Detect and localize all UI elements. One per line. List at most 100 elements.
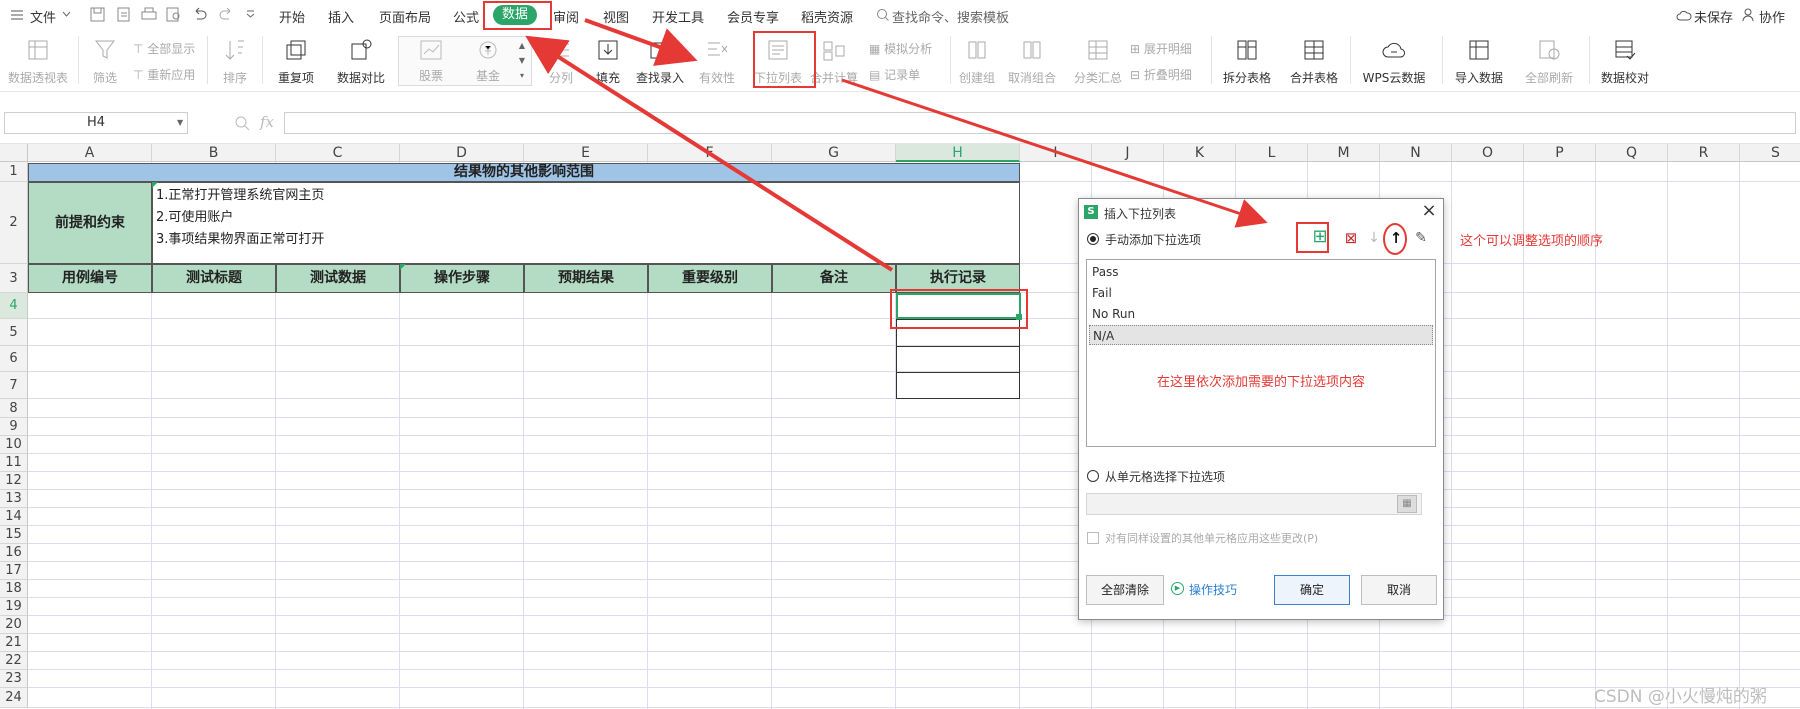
tab-insert[interactable]: 插入 <box>328 7 354 26</box>
import-data-button[interactable]: 导入数据 <box>1447 38 1511 86</box>
row-header-23[interactable]: 23 <box>0 670 28 688</box>
manual-option-radio[interactable] <box>1087 233 1099 245</box>
subtotal-button[interactable]: 分类汇总 <box>1070 38 1126 86</box>
cell-option-radio[interactable] <box>1087 470 1099 482</box>
row-header-11[interactable]: 11 <box>0 454 28 472</box>
tab-resources[interactable]: 稻壳资源 <box>801 7 853 26</box>
export-icon[interactable] <box>116 7 131 22</box>
delete-item-icon[interactable]: ⊠ <box>1342 229 1360 247</box>
row-header-9[interactable]: 9 <box>0 418 28 436</box>
duplicates-button[interactable]: 重复项 <box>268 38 324 86</box>
spreadsheet-grid[interactable]: ABCDEFGHIJKLMNOPQRS 1 2 3 4 5 6 7 8 9 10 11 12 13 14 1… <box>0 144 1800 709</box>
move-down-icon[interactable]: ↓ <box>1367 229 1381 247</box>
undo-icon[interactable] <box>192 7 208 21</box>
show-all-button[interactable]: ⊤ 全部显示 <box>133 40 195 57</box>
merge-table-button[interactable]: 合并表格 <box>1283 38 1345 86</box>
row-header-10[interactable]: 10 <box>0 436 28 454</box>
select-all-corner[interactable] <box>0 144 28 162</box>
apply-checkbox-label[interactable]: 对有同样设置的其他单元格应用这些更改(P) <box>1105 530 1318 546</box>
column-header-s[interactable]: S <box>1740 144 1800 162</box>
row-header-21[interactable]: 21 <box>0 634 28 652</box>
fill-button[interactable]: 填充 <box>588 38 628 86</box>
command-search[interactable]: 查找命令、搜索模板 <box>892 7 1009 26</box>
tips-icon[interactable]: ▶ <box>1171 582 1184 595</box>
column-header-q[interactable]: Q <box>1596 144 1668 162</box>
name-box-dropdown-icon[interactable]: ▼ <box>177 118 183 127</box>
range-picker-icon[interactable]: ▦ <box>1397 495 1417 513</box>
row-header-19[interactable]: 19 <box>0 598 28 616</box>
header-cell[interactable]: 用例编号 <box>28 264 152 293</box>
split-table-button[interactable]: 拆分表格 <box>1216 38 1278 86</box>
reapply-button[interactable]: ⊤ 重新应用 <box>133 66 195 83</box>
collaborate-button[interactable]: 协作 <box>1759 7 1785 26</box>
column-header-n[interactable]: N <box>1380 144 1452 162</box>
row-header-16[interactable]: 16 <box>0 544 28 562</box>
search-icon[interactable] <box>876 8 890 22</box>
clear-all-button[interactable]: 全部清除 <box>1086 575 1164 605</box>
column-header-i[interactable]: I <box>1020 144 1092 162</box>
column-header-k[interactable]: K <box>1164 144 1236 162</box>
column-header-b[interactable]: B <box>152 144 276 162</box>
name-box[interactable]: H4 <box>4 112 188 134</box>
tab-review[interactable]: 审阅 <box>553 7 579 26</box>
ok-button[interactable]: 确定 <box>1274 575 1350 605</box>
file-menu[interactable]: 文件 <box>30 7 56 26</box>
row-header-7[interactable]: 7 <box>0 372 28 399</box>
fx-icon[interactable]: fx <box>260 113 274 131</box>
row-header-24[interactable]: 24 <box>0 688 28 708</box>
fund-button[interactable]: 基金 <box>462 40 514 84</box>
simulate-analysis-button[interactable]: ▦ 模拟分析 <box>869 40 932 57</box>
sort-button[interactable]: 排序 <box>215 38 255 86</box>
row-header-5[interactable]: 5 <box>0 319 28 346</box>
row-header-6[interactable]: 6 <box>0 346 28 372</box>
edit-item-icon[interactable]: ✎ <box>1413 229 1429 247</box>
data-compare-button[interactable]: 数据对比 <box>330 38 392 86</box>
filter-button[interactable]: 筛选 <box>84 38 126 86</box>
header-cell[interactable]: 重要级别 <box>648 264 772 293</box>
list-item-selected[interactable]: N/A <box>1089 325 1433 345</box>
row-header-14[interactable]: 14 <box>0 508 28 526</box>
row-header-20[interactable]: 20 <box>0 616 28 634</box>
menu-lines-icon[interactable] <box>10 9 24 21</box>
zoom-search-icon[interactable] <box>234 115 250 131</box>
row-header-3[interactable]: 3 <box>0 264 28 293</box>
lookup-entry-button[interactable]: 查找录入 <box>634 38 686 86</box>
tab-page-layout[interactable]: 页面布局 <box>379 7 431 26</box>
list-item[interactable]: No Run <box>1089 304 1433 324</box>
column-header-p[interactable]: P <box>1524 144 1596 162</box>
wps-cloud-data-button[interactable]: WPS云数据 <box>1355 38 1433 86</box>
list-item[interactable]: Pass <box>1089 262 1433 282</box>
row-header-8[interactable]: 8 <box>0 399 28 418</box>
unsaved-status[interactable]: 未保存 <box>1694 7 1733 26</box>
print-preview-icon[interactable] <box>166 7 182 22</box>
dialog-close-button[interactable]: × <box>1419 201 1439 221</box>
column-header-m[interactable]: M <box>1308 144 1380 162</box>
options-listbox[interactable]: Pass Fail No Run N/A 在这里依次添加需要的下拉选项内容 <box>1086 259 1436 447</box>
split-column-button[interactable]: 分列 <box>543 38 579 86</box>
list-item[interactable]: Fail <box>1089 283 1433 303</box>
validity-button[interactable]: 有效性 <box>692 38 742 86</box>
header-cell[interactable]: 测试数据 <box>276 264 400 293</box>
cancel-button[interactable]: 取消 <box>1361 575 1437 605</box>
header-cell[interactable]: 备注 <box>772 264 896 293</box>
cell-range-input[interactable] <box>1086 493 1422 515</box>
row-header-18[interactable]: 18 <box>0 580 28 598</box>
tab-developer[interactable]: 开发工具 <box>652 7 704 26</box>
apply-checkbox[interactable] <box>1087 532 1099 544</box>
tips-link[interactable]: 操作技巧 <box>1189 581 1237 598</box>
header-cell[interactable]: 测试标题 <box>152 264 276 293</box>
formula-input[interactable] <box>284 112 1796 134</box>
column-header-g[interactable]: G <box>772 144 896 162</box>
column-header-h[interactable]: H <box>896 144 1020 162</box>
column-header-j[interactable]: J <box>1092 144 1164 162</box>
row-header-4[interactable]: 4 <box>0 293 28 319</box>
refresh-all-button[interactable]: 全部刷新 <box>1517 38 1581 86</box>
precondition-label-cell[interactable]: 前提和约束 <box>28 182 152 264</box>
column-header-d[interactable]: D <box>400 144 524 162</box>
precondition-content-cell[interactable]: 1.正常打开管理系统官网主页 2.可使用账户 3.事项结果物界面正常可打开 <box>152 182 1020 264</box>
row-header-12[interactable]: 12 <box>0 472 28 490</box>
header-cell[interactable]: 预期结果 <box>524 264 648 293</box>
expand-detail-button[interactable]: ⊞ 展开明细 <box>1130 40 1192 57</box>
column-header-r[interactable]: R <box>1668 144 1740 162</box>
column-header-c[interactable]: C <box>276 144 400 162</box>
